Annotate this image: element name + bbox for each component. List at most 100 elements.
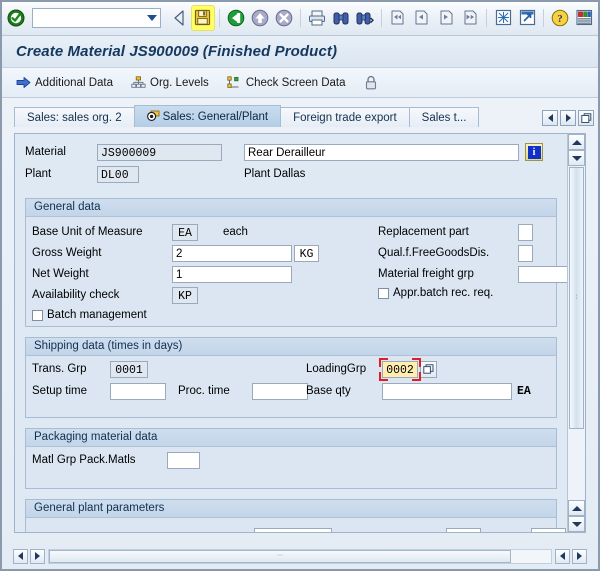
plant-code-field[interactable]: DL00	[97, 166, 139, 183]
toolbar-separator	[300, 9, 301, 27]
tab-sales-sales-org-2[interactable]: Sales: sales org. 2	[14, 107, 135, 127]
gross-weight-field[interactable]: 2	[172, 245, 292, 262]
svg-text:?: ?	[557, 13, 563, 25]
weight-unit-field[interactable]: KG	[294, 245, 319, 262]
scroll-grip: ⁞	[576, 296, 578, 301]
previous-page-icon[interactable]	[411, 6, 433, 30]
replacement-part-field[interactable]	[518, 224, 533, 241]
net-weight-field[interactable]: 1	[172, 266, 292, 283]
horizontal-scrollbar[interactable]: ⋯	[12, 547, 588, 565]
trans-grp-row: Trans. Grp 0001	[32, 359, 148, 379]
material-description-field[interactable]: Rear Derailleur	[244, 144, 519, 161]
general-data-title: General data	[26, 199, 556, 217]
gross-weight-label: Gross Weight	[32, 247, 172, 259]
additional-data-button[interactable]: Additional Data	[10, 72, 119, 94]
batch-management-checkbox-row[interactable]: Batch management	[32, 309, 147, 321]
scroll-right-icon[interactable]	[30, 549, 45, 564]
scroll-down-icon[interactable]	[568, 150, 585, 166]
material-number-field[interactable]: JS900009	[97, 144, 222, 161]
tab-label: Foreign trade export	[293, 112, 397, 124]
next-page-icon[interactable]	[435, 6, 457, 30]
availability-check-row: Availability check KP	[32, 285, 198, 305]
trans-grp-label: Trans. Grp	[32, 363, 110, 375]
base-uom-field[interactable]: EA	[172, 224, 198, 241]
panel-vertical-scrollbar[interactable]: ⁞	[567, 134, 585, 532]
help-question-icon[interactable]: ?	[549, 6, 571, 30]
horizontal-scroll-thumb[interactable]: ⋯	[49, 550, 511, 563]
shipping-data-title: Shipping data (times in days)	[26, 338, 556, 356]
check-screen-data-button[interactable]: Check Screen Data	[221, 72, 352, 94]
appr-batch-checkbox[interactable]	[378, 288, 389, 299]
qual-free-goods-field[interactable]	[518, 245, 533, 262]
scroll-down-icon-bottom[interactable]	[568, 516, 585, 532]
trans-grp-field[interactable]: 0001	[110, 361, 148, 378]
net-weight-label: Net Weight	[32, 268, 172, 280]
scroll-up-icon-bottom[interactable]	[568, 500, 585, 516]
check-screen-data-label: Check Screen Data	[246, 77, 346, 89]
availability-check-field[interactable]: KP	[172, 287, 198, 304]
base-uom-text: each	[223, 226, 248, 238]
general-data-group: General data Base Unit of Measure EA eac…	[25, 198, 557, 327]
tab-scroll-right-icon[interactable]	[560, 110, 576, 126]
proc-time-label: Proc. time	[178, 385, 252, 397]
tab-list-icon[interactable]	[578, 110, 594, 126]
back-green-icon[interactable]	[225, 6, 247, 30]
loading-grp-input-wrapper[interactable]: 0002	[382, 361, 418, 378]
window-title-bar: Create Material JS900009 (Finished Produ…	[0, 36, 600, 68]
setup-time-field[interactable]	[110, 383, 166, 400]
matl-grp-pack-field[interactable]	[167, 452, 200, 469]
panel-scroll-thumb[interactable]: ⁞	[569, 167, 584, 429]
create-session-icon[interactable]	[492, 6, 514, 30]
find-next-binoculars-icon[interactable]	[354, 6, 376, 30]
material-label: Material	[25, 146, 97, 158]
scroll-left-icon-end[interactable]	[555, 549, 570, 564]
command-input[interactable]	[35, 9, 157, 27]
org-levels-button[interactable]: Org. Levels	[125, 72, 215, 94]
customize-layout-icon[interactable]	[573, 6, 595, 30]
print-icon[interactable]	[306, 6, 328, 30]
loading-grp-field[interactable]: 0002	[382, 361, 418, 378]
packaging-data-body: Matl Grp Pack.Matls	[26, 447, 556, 488]
scroll-up-icon[interactable]	[568, 134, 585, 150]
tab-foreign-trade-export[interactable]: Foreign trade export	[280, 107, 410, 127]
base-uom-row: Base Unit of Measure EA each	[32, 222, 248, 242]
application-toolbar: Additional Data Org. Levels	[0, 68, 600, 98]
find-binoculars-icon[interactable]	[330, 6, 352, 30]
save-button[interactable]	[192, 6, 214, 30]
cancel-x-icon[interactable]	[273, 6, 295, 30]
last-page-icon[interactable]	[459, 6, 481, 30]
enter-icon[interactable]	[5, 6, 27, 30]
tab-label: Sales: General/Plant	[163, 106, 268, 128]
command-field[interactable]	[32, 8, 161, 28]
lock-button[interactable]	[358, 72, 388, 94]
scroll-right-icon-end[interactable]	[572, 549, 587, 564]
tab-label: Sales t...	[422, 112, 467, 124]
general-plant-field-1[interactable]	[254, 528, 332, 533]
tab-scroll-left-icon[interactable]	[542, 110, 558, 126]
base-qty-field[interactable]	[382, 383, 512, 400]
batch-management-label: Batch management	[47, 309, 147, 321]
first-page-icon[interactable]	[387, 6, 409, 30]
exit-up-icon[interactable]	[249, 6, 271, 30]
org-levels-label: Org. Levels	[150, 77, 209, 89]
proc-time-field[interactable]	[252, 383, 308, 400]
tab-sales-text[interactable]: Sales t...	[409, 107, 480, 127]
batch-management-checkbox[interactable]	[32, 310, 43, 321]
appr-batch-checkbox-row[interactable]: Appr.batch rec. req.	[378, 287, 493, 299]
base-qty-row: Base qty EA	[306, 381, 531, 401]
tab-label: Sales: sales org. 2	[27, 112, 122, 124]
general-plant-field-2[interactable]	[446, 528, 481, 533]
create-shortcut-icon[interactable]	[516, 6, 538, 30]
chevron-down-icon[interactable]	[147, 15, 157, 21]
base-uom-label: Base Unit of Measure	[32, 226, 172, 238]
general-plant-field-3[interactable]	[531, 528, 566, 533]
material-freight-grp-field[interactable]	[518, 266, 570, 283]
packaging-data-title: Packaging material data	[26, 429, 556, 447]
horizontal-scroll-track[interactable]: ⋯	[48, 549, 552, 564]
value-help-icon[interactable]	[420, 361, 437, 378]
info-i-icon[interactable]: i	[525, 143, 543, 161]
tab-sales-general-plant[interactable]: Sales: General/Plant	[134, 105, 281, 127]
back-arrow-icon[interactable]	[168, 6, 190, 30]
scroll-left-icon[interactable]	[13, 549, 28, 564]
general-plant-title: General plant parameters	[26, 500, 556, 518]
